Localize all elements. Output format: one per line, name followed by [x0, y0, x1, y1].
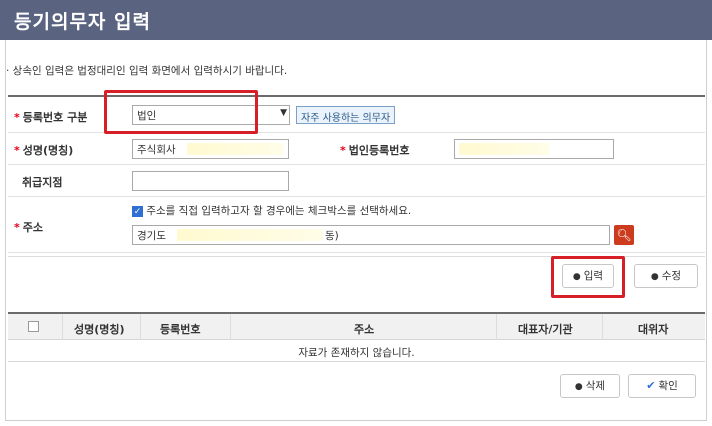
- name-label: * 성명(명칭): [14, 142, 73, 158]
- col-address-header: 주소: [354, 323, 375, 336]
- direct-address-checkbox-label: 주소를 직접 입력하고자 할 경우에는 체크박스를 선택하세요.: [146, 205, 412, 217]
- col-subrogee-header: 대위자: [638, 323, 669, 336]
- address-value-suffix: 동): [325, 230, 339, 242]
- frequent-registrant-button[interactable]: 자주 사용하는 의무자: [296, 106, 396, 124]
- dialog: 등기의무자 입력 · 상속인 입력은 법정대리인 입력 화면에서 입력하시기 바…: [0, 0, 712, 426]
- highlight-input-button: [551, 256, 625, 298]
- required-mark: *: [14, 111, 20, 124]
- row-name: * 성명(명칭) 주식회사 * 법인등록번호: [8, 133, 705, 165]
- circle-icon: ●: [650, 272, 659, 282]
- redacted-mark: [187, 143, 283, 155]
- row-address: * 주소 ✓ 주소를 직접 입력하고자 할 경우에는 체크박스를 선택하세요. 경…: [8, 197, 705, 253]
- name-input[interactable]: 주식회사: [132, 139, 289, 159]
- required-mark: *: [340, 144, 346, 157]
- col-regno-header: 등록번호: [160, 323, 201, 336]
- edit-button-label: 수정: [661, 270, 682, 282]
- circle-icon: ●: [574, 382, 583, 392]
- title-bar: 등기의무자 입력: [0, 0, 712, 40]
- required-mark: *: [14, 144, 20, 157]
- corp-reg-label-text: 법인등록번호: [348, 144, 410, 157]
- address-input[interactable]: 경기도 동): [132, 225, 610, 245]
- address-value-prefix: 경기도: [137, 230, 166, 242]
- dialog-title: 등기의무자 입력: [14, 11, 151, 33]
- direct-input-option: ✓ 주소를 직접 입력하고자 할 경우에는 체크박스를 선택하세요.: [132, 203, 411, 218]
- search-icon: 🔍︎: [616, 228, 632, 242]
- confirm-button-label: 확인: [658, 380, 678, 392]
- redacted-mark: [459, 143, 549, 155]
- edit-button[interactable]: ● 수정: [634, 264, 698, 288]
- reg-type-label: * 등록번호 구분: [14, 109, 87, 125]
- reg-type-label-text: 등록번호 구분: [22, 111, 88, 124]
- required-mark: *: [14, 221, 20, 234]
- delete-button-label: 삭제: [585, 380, 606, 392]
- corp-reg-label: * 법인등록번호: [340, 142, 410, 158]
- registrant-grid-body: 자료가 존재하지 않습니다.: [8, 340, 705, 362]
- corp-reg-input[interactable]: [454, 139, 614, 159]
- name-label-text: 성명(명칭): [22, 144, 74, 157]
- col-representative-header: 대표자/기관: [518, 323, 573, 336]
- column-divider: [602, 314, 603, 340]
- confirm-button[interactable]: ✔ 확인: [628, 374, 696, 398]
- row-branch: 취급지점: [8, 165, 705, 197]
- highlight-reg-type: [104, 90, 258, 134]
- address-search-button[interactable]: 🔍︎: [614, 225, 634, 245]
- column-divider: [230, 314, 231, 340]
- branch-input[interactable]: [132, 171, 289, 191]
- notice-text: · 상속인 입력은 법정대리인 입력 화면에서 입력하시기 바랍니다.: [6, 65, 288, 77]
- delete-button[interactable]: ● 삭제: [560, 374, 620, 398]
- column-divider: [62, 314, 63, 340]
- empty-message: 자료가 존재하지 않습니다.: [298, 347, 415, 359]
- col-name-header: 성명(명칭): [74, 323, 125, 336]
- registrant-grid-header: 성명(명칭) 등록번호 주소 대표자/기관 대위자: [8, 312, 705, 340]
- redacted-mark: [177, 229, 323, 241]
- address-label-text: 주소: [22, 221, 44, 234]
- chevron-down-icon: ▼: [280, 108, 287, 118]
- column-divider: [140, 314, 141, 340]
- address-label: * 주소: [14, 219, 43, 235]
- column-divider: [496, 314, 497, 340]
- check-icon: ✔: [646, 379, 656, 392]
- select-all-checkbox[interactable]: [28, 321, 39, 332]
- name-value: 주식회사: [137, 144, 176, 156]
- branch-label: 취급지점: [22, 176, 63, 189]
- direct-address-checkbox[interactable]: ✓: [132, 205, 143, 217]
